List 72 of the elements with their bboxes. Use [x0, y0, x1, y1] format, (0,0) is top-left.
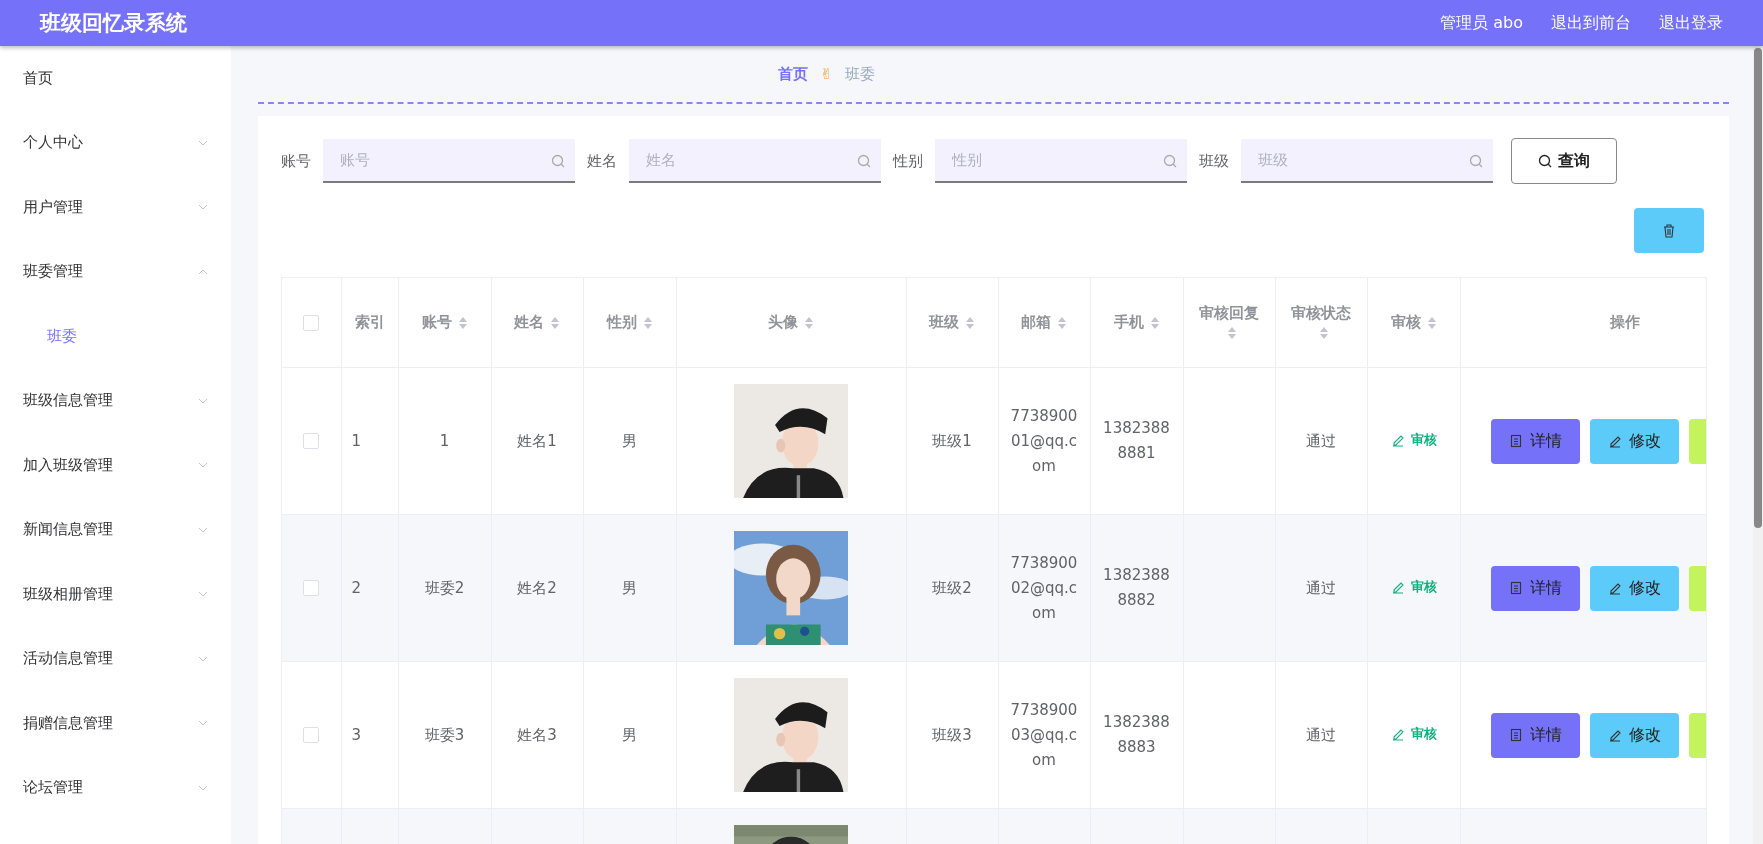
details-button[interactable]: 详情	[1490, 712, 1580, 758]
status-cell: 通过	[1306, 578, 1336, 597]
header-link[interactable]: 退出登录	[1659, 12, 1723, 34]
sidebar-item[interactable]: 班级相册管理	[0, 562, 231, 627]
status-cell: 通过	[1306, 431, 1336, 450]
field-label: 姓名	[587, 151, 617, 171]
field-label: 账号	[281, 151, 311, 171]
column-header[interactable]: 头像	[676, 278, 906, 368]
account-cell: 班委2	[424, 578, 465, 597]
name-cell: 姓名2	[517, 578, 557, 597]
sidebar-item[interactable]: 班委管理	[0, 239, 231, 304]
gender-cell: 男	[622, 431, 637, 450]
breadcrumb-link[interactable]: 首页	[778, 64, 808, 84]
gender-cell: 男	[622, 725, 637, 744]
column-header[interactable]: 性别	[583, 278, 676, 368]
class-cell: 班级1	[932, 431, 972, 450]
email-cell: 773890003@qq.com	[1010, 700, 1078, 769]
search-field[interactable]: 性别	[935, 139, 1187, 183]
sidebar-item[interactable]: 捐赠信息管理	[0, 691, 231, 756]
review-link[interactable]: 审核	[1390, 574, 1437, 600]
header-link[interactable]: 管理员 abo	[1440, 12, 1523, 34]
column-header[interactable]: 手机	[1090, 278, 1183, 368]
column-header[interactable]: 审核回复	[1183, 278, 1275, 368]
sidebar-item[interactable]: 论坛管理	[0, 755, 231, 820]
search-field[interactable]: 姓名	[629, 139, 881, 183]
status-cell: 通过	[1306, 725, 1336, 744]
column-header[interactable]: 审核	[1367, 278, 1460, 368]
column-header[interactable]: 账号	[398, 278, 491, 368]
sidebar-subitem[interactable]: 班委	[0, 304, 231, 369]
breadcrumb-link[interactable]: 班委	[844, 64, 875, 84]
phone-cell: 13823888883	[1103, 713, 1170, 756]
edit-button[interactable]: 修改	[1589, 418, 1679, 464]
app-title: 班级回忆录系统	[40, 10, 187, 37]
phone-cell: 13823888881	[1103, 419, 1170, 462]
account-cell: 1	[439, 431, 450, 450]
column-header[interactable]: 邮箱	[998, 278, 1090, 368]
column-header[interactable]: 审核状态	[1275, 278, 1367, 368]
name-cell: 姓名3	[517, 725, 557, 744]
field-label: 班级	[1199, 151, 1229, 171]
field-label: 性别	[893, 151, 923, 171]
account-cell: 班委3	[424, 725, 465, 744]
class-cell: 班级2	[932, 578, 972, 597]
email-cell: 773890002@qq.com	[1010, 553, 1078, 622]
edit-button[interactable]: 修改	[1589, 712, 1679, 758]
review-link[interactable]: 审核	[1390, 721, 1437, 747]
search-button[interactable]: 查询	[1511, 138, 1617, 184]
edit-button[interactable]: 修改	[1589, 565, 1679, 611]
class-cell: 班级3	[932, 725, 972, 744]
name-cell: 姓名1	[517, 431, 557, 450]
index-cell: 1	[351, 431, 362, 450]
index-cell: 2	[351, 578, 362, 597]
column-header[interactable]: 姓名	[491, 278, 583, 368]
review-link[interactable]: 审核	[1390, 427, 1437, 453]
sidebar-item[interactable]: 首页	[0, 46, 231, 111]
phone-cell: 13823888882	[1103, 566, 1170, 609]
separator-icon: ✌	[820, 65, 833, 83]
sidebar-item[interactable]: 加入班级管理	[0, 433, 231, 498]
sidebar-item[interactable]: 新闻信息管理	[0, 497, 231, 562]
sidebar-item[interactable]: 班级信息管理	[0, 368, 231, 433]
email-cell: 773890001@qq.com	[1010, 406, 1078, 475]
search-field[interactable]: 班级	[1241, 139, 1493, 183]
sidebar-item[interactable]: 活动信息管理	[0, 626, 231, 691]
search-field[interactable]: 账号	[323, 139, 575, 183]
index-cell: 3	[351, 725, 362, 744]
sidebar-item[interactable]: 个人中心	[0, 110, 231, 175]
gender-cell: 男	[622, 578, 637, 597]
column-header[interactable]: 班级	[906, 278, 998, 368]
column-header: 索引	[341, 278, 398, 368]
sidebar-item[interactable]: 用户管理	[0, 175, 231, 240]
header-link[interactable]: 退出到前台	[1551, 12, 1631, 34]
details-button[interactable]: 详情	[1490, 565, 1580, 611]
details-button[interactable]: 详情	[1490, 418, 1580, 464]
